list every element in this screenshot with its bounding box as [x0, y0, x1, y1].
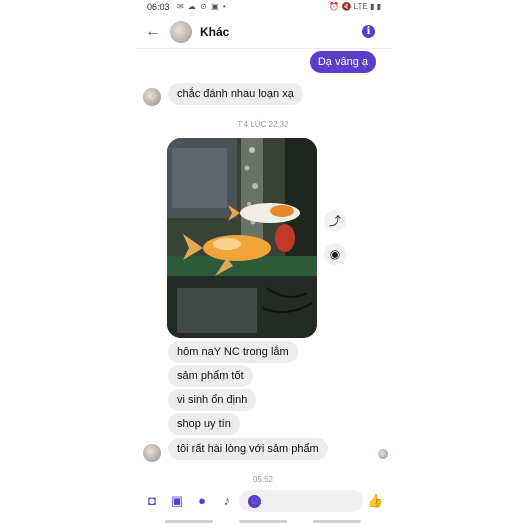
contact-avatar[interactable] [170, 21, 192, 43]
incoming-message[interactable]: hôm naY NC trong lắm [168, 341, 298, 363]
chat-header: ← Khác i [135, 14, 391, 50]
emoji-icon[interactable]: ☺ [248, 495, 261, 508]
fish-tank-photo[interactable] [167, 138, 317, 338]
incoming-message[interactable]: chắc đánh nhau loạn xạ [168, 83, 303, 105]
sender-avatar[interactable] [143, 444, 161, 462]
message-timestamp: 05:52 [252, 475, 274, 484]
incoming-message[interactable]: shop uy tín [168, 413, 240, 435]
incoming-message[interactable]: vi sinh ổn định [168, 389, 257, 411]
share-icon[interactable]: ⤴ [324, 210, 346, 232]
microphone-icon[interactable]: ♪ [219, 493, 235, 509]
status-time: 06:03 [147, 2, 170, 12]
nav-back[interactable] [313, 520, 361, 523]
status-bar: 06:03 ✉ ☁ ⊙ ▣ • ⏰ 🔇 LTE ▮ ▮ [135, 0, 391, 14]
message-input[interactable]: Aa ☺ [239, 490, 363, 512]
nav-home[interactable] [239, 520, 287, 523]
outgoing-message[interactable]: Dạ vâng ạ [309, 51, 376, 73]
system-icons: ⏰ 🔇 LTE ▮ ▮ [329, 2, 381, 11]
header-divider [135, 48, 391, 49]
info-icon[interactable]: i [362, 25, 375, 38]
message-timestamp: T.4 LÚC 22:32 [237, 120, 289, 129]
sender-avatar[interactable] [143, 88, 161, 106]
like-icon[interactable]: 👍 [367, 493, 383, 509]
camera-save-icon[interactable]: ◉ [324, 243, 346, 265]
sticker-icon[interactable]: ● [194, 493, 210, 509]
back-arrow-icon[interactable]: ← [145, 22, 161, 42]
incoming-message[interactable]: tôi rất hài lòng với sảm phẩm [168, 438, 328, 460]
message-composer: ◘ ▣ ● ♪ Aa ☺ 👍 [135, 488, 391, 514]
koi-fish-image [167, 138, 317, 338]
notification-icons: ✉ ☁ ⊙ ▣ • [177, 2, 227, 11]
seen-avatar [378, 449, 388, 459]
contact-name[interactable]: Khác [200, 25, 229, 39]
nav-recent[interactable] [165, 520, 213, 523]
messenger-screen: 06:03 ✉ ☁ ⊙ ▣ • ⏰ 🔇 LTE ▮ ▮ ← Khác i Dạ … [135, 0, 391, 526]
camera-icon[interactable]: ◘ [144, 493, 160, 509]
gallery-icon[interactable]: ▣ [169, 493, 185, 509]
incoming-message[interactable]: sảm phẩm tốt [168, 365, 253, 387]
